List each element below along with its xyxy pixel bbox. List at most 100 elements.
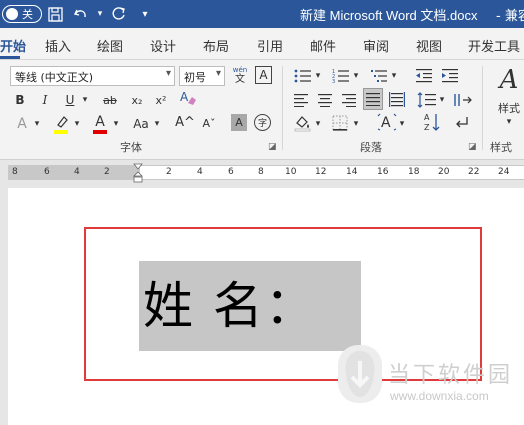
- font-size-dropdown[interactable]: 初号 ▾: [179, 66, 225, 86]
- styles-gallery-button[interactable]: A: [494, 64, 524, 96]
- tab-layout[interactable]: 布局: [203, 36, 229, 55]
- quick-access-toolbar: 关 ▾ ▾: [0, 0, 158, 28]
- paragraph-dialog-launcher[interactable]: ◪: [468, 142, 477, 152]
- tab-review[interactable]: 审阅: [363, 36, 389, 55]
- styles-preview-glyph: A: [499, 65, 519, 95]
- strikethrough-button[interactable]: ab: [100, 90, 120, 110]
- superscript-glyph: x²: [155, 93, 167, 107]
- indent-marker-icon[interactable]: [133, 163, 143, 183]
- autosave-toggle[interactable]: 关: [2, 5, 42, 23]
- clear-formatting-button[interactable]: A: [178, 88, 198, 108]
- tab-draw[interactable]: 绘图: [97, 36, 123, 55]
- distributed-button[interactable]: [388, 90, 406, 110]
- styles-dropdown[interactable]: ▾: [504, 112, 514, 132]
- align-left-button[interactable]: [292, 90, 310, 110]
- ruler-number: 8: [258, 167, 264, 177]
- numbering-dropdown[interactable]: ▾: [352, 66, 360, 86]
- tab-design[interactable]: 设计: [150, 36, 176, 55]
- ribbon-tabs: 开始 插入 绘图 设计 布局 引用 邮件 审阅 视图 开发工具: [0, 28, 524, 60]
- char-border-button[interactable]: A: [255, 66, 272, 84]
- phonetic-guide-button[interactable]: wén 文: [230, 64, 250, 86]
- numbering-button[interactable]: 1 2 3: [330, 66, 352, 86]
- borders-dropdown[interactable]: ▾: [352, 114, 360, 134]
- borders-button[interactable]: [330, 113, 350, 133]
- highlight-color-button[interactable]: [52, 112, 72, 132]
- line-spacing-button[interactable]: [416, 90, 438, 110]
- font-name-value: 等线 (中文正文): [15, 71, 94, 84]
- italic-glyph: I: [42, 93, 48, 107]
- highlight-dropdown[interactable]: ▾: [72, 114, 82, 134]
- justify-button[interactable]: [363, 88, 383, 110]
- document-text[interactable]: 姓 名：: [143, 266, 317, 338]
- svg-text:A: A: [180, 90, 189, 104]
- shrink-font-button[interactable]: Aˇ: [200, 113, 218, 133]
- char-shading-button[interactable]: A: [231, 114, 247, 131]
- underline-button[interactable]: U: [63, 90, 77, 110]
- align-center-icon: [318, 94, 332, 107]
- asian-layout-button[interactable]: [452, 90, 474, 110]
- bullets-dropdown[interactable]: ▾: [314, 66, 322, 86]
- change-case-dropdown[interactable]: ▾: [152, 114, 162, 134]
- watermark-logo: [338, 345, 382, 403]
- group-separator: [482, 66, 483, 150]
- undo-button[interactable]: [68, 2, 94, 26]
- justify-icon: [366, 93, 380, 106]
- tab-view[interactable]: 视图: [416, 36, 442, 55]
- subscript-glyph: x₂: [131, 93, 143, 107]
- redo-icon: [112, 7, 125, 20]
- text-effects-button[interactable]: A: [14, 114, 30, 134]
- shading-dropdown[interactable]: ▾: [314, 114, 322, 134]
- align-center-button[interactable]: [316, 90, 334, 110]
- font-color-dropdown[interactable]: ▾: [111, 114, 121, 134]
- multilevel-list-button[interactable]: [368, 66, 390, 86]
- chinese-layout-dropdown[interactable]: ▾: [398, 114, 406, 134]
- watermark-url: www.downxia.com: [390, 389, 489, 403]
- align-right-button[interactable]: [340, 90, 358, 110]
- bullets-button[interactable]: [292, 66, 314, 86]
- line-spacing-dropdown[interactable]: ▾: [438, 90, 446, 110]
- document-title: 新建 Microsoft Word 文档.docx: [300, 8, 478, 23]
- redo-button[interactable]: [106, 2, 132, 26]
- save-button[interactable]: [42, 2, 68, 26]
- tab-home[interactable]: 开始: [0, 36, 26, 55]
- tab-mailings[interactable]: 邮件: [310, 36, 336, 55]
- tab-references[interactable]: 引用: [257, 36, 283, 55]
- underline-dropdown[interactable]: ▾: [80, 90, 90, 110]
- ruler-number: 12: [315, 167, 327, 177]
- customize-qat-button[interactable]: ▾: [132, 2, 158, 26]
- chevron-down-icon: ▾: [215, 68, 221, 79]
- grow-font-button[interactable]: A^: [175, 112, 195, 132]
- change-case-button[interactable]: Aa: [130, 114, 152, 134]
- font-color-button[interactable]: A: [92, 112, 108, 132]
- ruler-number: 14: [346, 167, 358, 177]
- group-separator: [282, 66, 283, 150]
- chevron-down-icon: ▾: [315, 119, 321, 129]
- undo-dropdown-button[interactable]: ▾: [94, 2, 106, 26]
- highlight-color-swatch: [54, 130, 68, 134]
- multilevel-dropdown[interactable]: ▾: [390, 66, 398, 86]
- italic-button[interactable]: I: [38, 90, 52, 110]
- sort-button[interactable]: AZ: [422, 112, 442, 132]
- font-name-dropdown[interactable]: 等线 (中文正文) ▾: [10, 66, 175, 86]
- ruler-number: 10: [285, 167, 297, 177]
- enclose-char-button[interactable]: 字: [254, 114, 271, 131]
- bold-button[interactable]: B: [13, 90, 27, 110]
- superscript-button[interactable]: x²: [152, 90, 170, 110]
- chinese-layout-button[interactable]: A: [376, 112, 398, 132]
- subscript-button[interactable]: x₂: [128, 90, 146, 110]
- chevron-down-icon: ▾: [353, 71, 359, 81]
- show-formatting-button[interactable]: [452, 113, 472, 133]
- increase-indent-button[interactable]: [440, 66, 460, 86]
- decrease-indent-button[interactable]: [414, 66, 434, 86]
- tab-insert[interactable]: 插入: [45, 36, 71, 55]
- font-dialog-launcher[interactable]: ◪: [268, 142, 277, 152]
- paint-bucket-icon: [294, 116, 311, 132]
- horizontal-ruler[interactable]: 8 6 4 2 2 4 6 8 10 12 14 16 18 20 22 24: [0, 160, 524, 186]
- ruler-number: 16: [377, 167, 389, 177]
- text-effects-dropdown[interactable]: ▾: [32, 114, 42, 134]
- tab-developer[interactable]: 开发工具: [468, 36, 520, 55]
- shading-button[interactable]: [292, 113, 314, 133]
- char-shading-glyph: A: [235, 116, 243, 129]
- chevron-down-icon: ▾: [97, 9, 103, 19]
- font-color-swatch: [93, 130, 107, 134]
